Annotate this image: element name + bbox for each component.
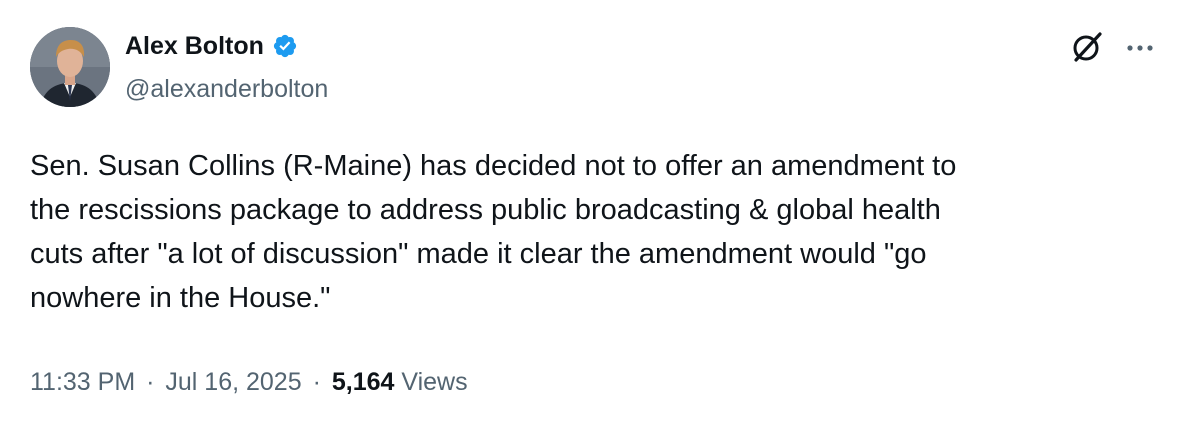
views-label[interactable]: Views [401, 368, 467, 396]
meta-separator: · [146, 368, 155, 396]
author-name-row: Alex Bolton [125, 30, 298, 62]
avatar[interactable] [30, 27, 110, 107]
tweet-card: Alex Bolton @alexanderbolton Sen. Susan … [0, 0, 1188, 428]
grok-icon[interactable] [1070, 30, 1104, 64]
tweet-date[interactable]: Jul 16, 2025 [165, 368, 301, 396]
tweet-text-line: nowhere in the House." [30, 282, 331, 314]
author-handle[interactable]: @alexanderbolton [125, 73, 328, 105]
tweet-time[interactable]: 11:33 PM [30, 368, 135, 396]
profile-photo [30, 27, 110, 107]
tweet-text-line: Sen. Susan Collins (R-Maine) has decided… [30, 150, 957, 182]
tweet-text-line: cuts after "a lot of discussion" made it… [30, 238, 927, 270]
meta-separator: · [312, 368, 321, 396]
tweet-text-line: the rescissions package to address publi… [30, 194, 941, 226]
verified-badge-icon[interactable] [272, 33, 298, 59]
tweet-text: Sen. Susan Collins (R-Maine) has decided… [30, 144, 1160, 320]
author-display-name[interactable]: Alex Bolton [125, 30, 264, 62]
tweet-meta: 11:33 PM · Jul 16, 2025 · 5,164 Views [30, 365, 468, 399]
more-options-icon[interactable] [1122, 38, 1158, 58]
views-count[interactable]: 5,164 [332, 368, 395, 396]
